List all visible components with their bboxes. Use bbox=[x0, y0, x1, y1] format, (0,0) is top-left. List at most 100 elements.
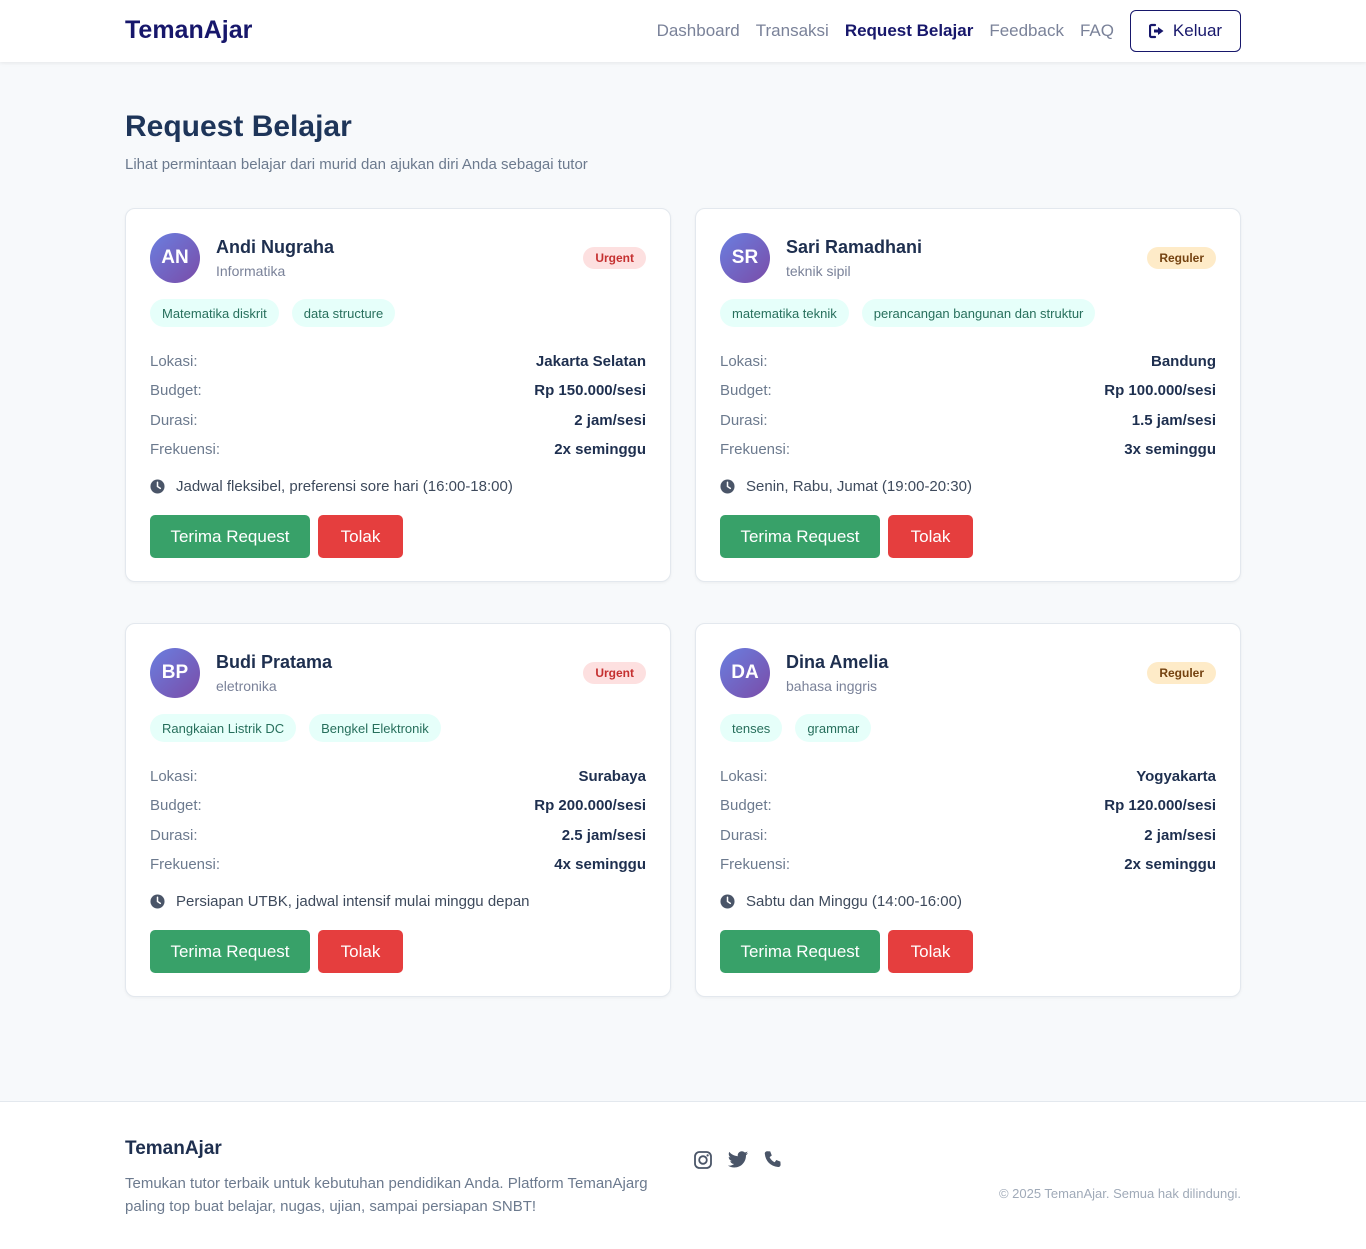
schedule-note: Jadwal fleksibel, preferensi sore hari (… bbox=[150, 478, 513, 495]
priority-badge: Urgent bbox=[583, 247, 646, 269]
student-major: Informatika bbox=[216, 263, 286, 279]
nav-link-transaksi[interactable]: Transaksi bbox=[756, 21, 829, 41]
copyright-text: © 2025 TemanAjar. Semua hak dilindungi. bbox=[998, 1186, 1241, 1201]
priority-badge: Reguler bbox=[1147, 247, 1216, 269]
detail-label: Lokasi: bbox=[150, 352, 198, 370]
avatar: SR bbox=[720, 233, 770, 283]
detail-label: Budget: bbox=[720, 796, 772, 814]
detail-row-lokasi: Lokasi: Jakarta Selatan bbox=[150, 351, 646, 371]
detail-value: 2x seminggu bbox=[1124, 855, 1216, 873]
accept-request-button[interactable]: Terima Request bbox=[150, 515, 310, 558]
subject-tag: grammar bbox=[795, 714, 872, 742]
detail-label: Frekuensi: bbox=[150, 855, 221, 873]
detail-value: Surabaya bbox=[578, 767, 646, 785]
detail-row-durasi: Durasi: 2 jam/sesi bbox=[150, 410, 646, 430]
priority-badge: Reguler bbox=[1147, 662, 1216, 684]
logout-button[interactable]: Keluar bbox=[1130, 10, 1241, 52]
student-name: Budi Pratama bbox=[216, 652, 333, 672]
sign-out-icon bbox=[1148, 23, 1164, 39]
accept-request-button[interactable]: Terima Request bbox=[150, 930, 310, 973]
footer: TemanAjar Temukan tutor terbaik untuk ke… bbox=[0, 1101, 1366, 1249]
detail-label: Budget: bbox=[150, 796, 202, 814]
student-major: eletronika bbox=[216, 678, 277, 694]
detail-row-budget: Budget: Rp 150.000/sesi bbox=[150, 380, 646, 400]
subject-tag: tenses bbox=[720, 714, 783, 742]
detail-value: Yogyakarta bbox=[1136, 767, 1216, 785]
accept-request-button[interactable]: Terima Request bbox=[720, 515, 880, 558]
detail-label: Lokasi: bbox=[720, 352, 768, 370]
instagram-icon[interactable] bbox=[693, 1150, 713, 1170]
subject-tag: Matematika diskrit bbox=[150, 299, 279, 327]
page-subtitle: Lihat permintaan belajar dari murid dan … bbox=[125, 156, 588, 173]
reject-request-button[interactable]: Tolak bbox=[888, 930, 973, 973]
request-card: AN Andi Nugraha Informatika Urgent Matem… bbox=[125, 208, 671, 582]
detail-row-lokasi: Lokasi: Yogyakarta bbox=[720, 766, 1216, 786]
social-links bbox=[693, 1150, 797, 1170]
detail-value: 4x seminggu bbox=[554, 855, 646, 873]
detail-value: Rp 120.000/sesi bbox=[1104, 796, 1216, 814]
avatar: AN bbox=[150, 233, 200, 283]
student-major: bahasa inggris bbox=[786, 678, 878, 694]
detail-row-budget: Budget: Rp 100.000/sesi bbox=[720, 380, 1216, 400]
subject-tag: Bengkel Elektronik bbox=[309, 714, 441, 742]
nav-link-dashboard[interactable]: Dashboard bbox=[657, 21, 740, 41]
subject-tags: matematika teknik perancangan bangunan d… bbox=[720, 299, 1108, 327]
nav-link-faq[interactable]: FAQ bbox=[1080, 21, 1114, 41]
detail-label: Lokasi: bbox=[720, 767, 768, 785]
detail-label: Lokasi: bbox=[150, 767, 198, 785]
schedule-note-text: Persiapan UTBK, jadwal intensif mulai mi… bbox=[176, 893, 530, 910]
student-name: Dina Amelia bbox=[786, 652, 889, 672]
nav-links: Dashboard Transaksi Request Belajar Feed… bbox=[641, 10, 1241, 52]
subject-tag: Rangkaian Listrik DC bbox=[150, 714, 297, 742]
twitter-icon[interactable] bbox=[727, 1150, 749, 1170]
detail-label: Frekuensi: bbox=[150, 440, 221, 458]
schedule-note-text: Senin, Rabu, Jumat (19:00-20:30) bbox=[746, 478, 972, 495]
schedule-note: Sabtu dan Minggu (14:00-16:00) bbox=[720, 893, 962, 910]
detail-value: 1.5 jam/sesi bbox=[1131, 411, 1216, 429]
detail-value: Rp 150.000/sesi bbox=[534, 381, 646, 399]
detail-label: Budget: bbox=[720, 381, 772, 399]
reject-request-button[interactable]: Tolak bbox=[318, 930, 403, 973]
nav-link-request-belajar[interactable]: Request Belajar bbox=[845, 21, 974, 41]
reject-request-button[interactable]: Tolak bbox=[318, 515, 403, 558]
accept-request-button[interactable]: Terima Request bbox=[720, 930, 880, 973]
nav-link-feedback[interactable]: Feedback bbox=[989, 21, 1064, 41]
request-card: BP Budi Pratama eletronika Urgent Rangka… bbox=[125, 623, 671, 997]
schedule-note: Senin, Rabu, Jumat (19:00-20:30) bbox=[720, 478, 972, 495]
subject-tag: perancangan bangunan dan struktur bbox=[861, 299, 1096, 327]
detail-value: Bandung bbox=[1151, 352, 1216, 370]
top-navbar: TemanAjar Dashboard Transaksi Request Be… bbox=[0, 0, 1366, 62]
detail-row-durasi: Durasi: 2 jam/sesi bbox=[720, 825, 1216, 845]
schedule-note-text: Jadwal fleksibel, preferensi sore hari (… bbox=[176, 478, 513, 495]
request-card: SR Sari Ramadhani teknik sipil Reguler m… bbox=[695, 208, 1241, 582]
clock-icon bbox=[720, 894, 735, 909]
subject-tags: tenses grammar bbox=[720, 714, 884, 742]
detail-label: Frekuensi: bbox=[720, 440, 791, 458]
subject-tags: Rangkaian Listrik DC Bengkel Elektronik bbox=[150, 714, 454, 742]
student-name: Sari Ramadhani bbox=[786, 237, 923, 257]
detail-value: 2 jam/sesi bbox=[1144, 826, 1216, 844]
avatar: DA bbox=[720, 648, 770, 698]
detail-label: Durasi: bbox=[150, 411, 198, 429]
detail-row-frekuensi: Frekuensi: 4x seminggu bbox=[150, 854, 646, 874]
detail-value: Jakarta Selatan bbox=[535, 352, 646, 370]
student-name: Andi Nugraha bbox=[216, 237, 335, 257]
schedule-note-text: Sabtu dan Minggu (14:00-16:00) bbox=[746, 893, 962, 910]
reject-request-button[interactable]: Tolak bbox=[888, 515, 973, 558]
student-major: teknik sipil bbox=[786, 263, 851, 279]
phone-icon[interactable] bbox=[763, 1150, 783, 1170]
logout-label: Keluar bbox=[1172, 21, 1223, 40]
detail-row-lokasi: Lokasi: Surabaya bbox=[150, 766, 646, 786]
detail-value: 2x seminggu bbox=[554, 440, 646, 458]
subject-tag: matematika teknik bbox=[720, 299, 849, 327]
detail-value: 3x seminggu bbox=[1124, 440, 1216, 458]
detail-row-durasi: Durasi: 1.5 jam/sesi bbox=[720, 410, 1216, 430]
detail-value: Rp 200.000/sesi bbox=[534, 796, 646, 814]
page-title: Request Belajar bbox=[125, 110, 352, 143]
clock-icon bbox=[150, 479, 165, 494]
detail-row-durasi: Durasi: 2.5 jam/sesi bbox=[150, 825, 646, 845]
clock-icon bbox=[150, 894, 165, 909]
detail-value: Rp 100.000/sesi bbox=[1104, 381, 1216, 399]
brand-logo[interactable]: TemanAjar bbox=[125, 16, 252, 45]
detail-label: Budget: bbox=[150, 381, 202, 399]
